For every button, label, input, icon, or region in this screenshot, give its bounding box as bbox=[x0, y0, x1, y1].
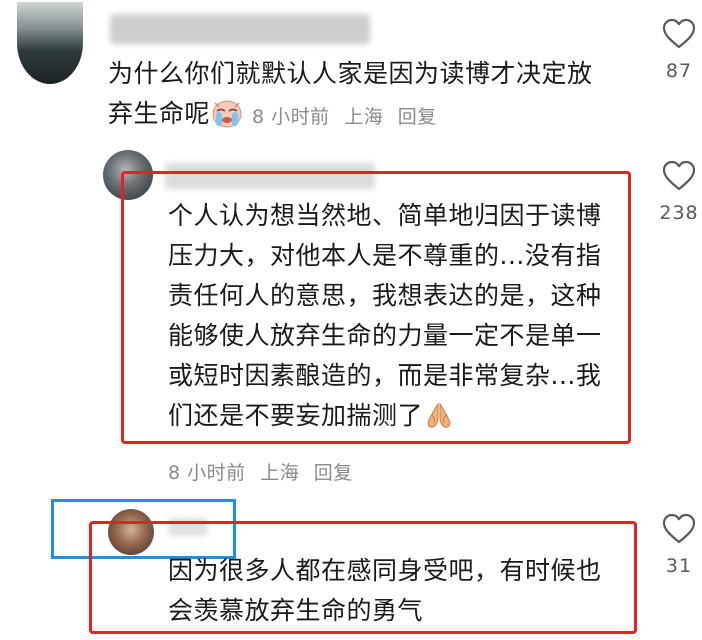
comment-line: 责任何人的意思，我想表达的是，这种 bbox=[168, 281, 602, 310]
comment-line: 或短时因素酿造的，而是非常复杂...我 bbox=[168, 361, 602, 390]
comment-line: 压力大，对他本人是不尊重的...没有指 bbox=[168, 241, 602, 270]
avatar[interactable] bbox=[17, 2, 83, 84]
username-blurred[interactable] bbox=[110, 14, 370, 44]
comment-line: 会羡慕放弃生命的勇气 bbox=[168, 596, 424, 625]
comment-line: 因为很多人都在感同身受吧，有时候也 bbox=[168, 556, 602, 585]
comment-location: 上海 bbox=[344, 106, 384, 128]
crying-face-icon bbox=[210, 98, 244, 128]
heart-icon[interactable] bbox=[662, 18, 696, 50]
reply-button[interactable]: 回复 bbox=[314, 462, 353, 484]
comment-text: 因为很多人都在感同身受吧，有时候也 会羡慕放弃生命的勇气 bbox=[168, 551, 602, 631]
comment-time: 8 小时前 bbox=[168, 462, 246, 484]
comment-meta: 8 小时前 上海 回复 bbox=[252, 102, 445, 129]
comment-line: 能够使人放弃生命的力量一定不是单一 bbox=[168, 321, 602, 350]
like-count: 87 bbox=[665, 60, 693, 82]
comment-text: 个人认为想当然地、简单地归因于读博 压力大，对他本人是不尊重的...没有指 责任… bbox=[168, 196, 602, 436]
comment-location: 上海 bbox=[260, 462, 300, 484]
comment-line: 们还是不要妄加揣测了 bbox=[168, 396, 602, 436]
like-control[interactable]: 238 bbox=[649, 160, 702, 224]
like-control[interactable]: 31 bbox=[649, 513, 702, 577]
like-control[interactable]: 87 bbox=[649, 18, 702, 82]
heart-icon[interactable] bbox=[662, 513, 696, 545]
reply-button[interactable]: 回复 bbox=[398, 106, 437, 128]
like-count: 238 bbox=[659, 202, 699, 224]
comment-meta: 8 小时前 上海 回复 bbox=[168, 458, 361, 485]
comment-line: 个人认为想当然地、简单地归因于读博 bbox=[168, 201, 602, 230]
heart-icon[interactable] bbox=[662, 160, 696, 192]
folded-hands-icon bbox=[423, 400, 455, 430]
comment-time: 8 小时前 bbox=[252, 106, 330, 128]
comment-line: 为什么你们就默认人家是因为读博才决定放 bbox=[108, 59, 593, 88]
like-count: 31 bbox=[665, 555, 693, 577]
